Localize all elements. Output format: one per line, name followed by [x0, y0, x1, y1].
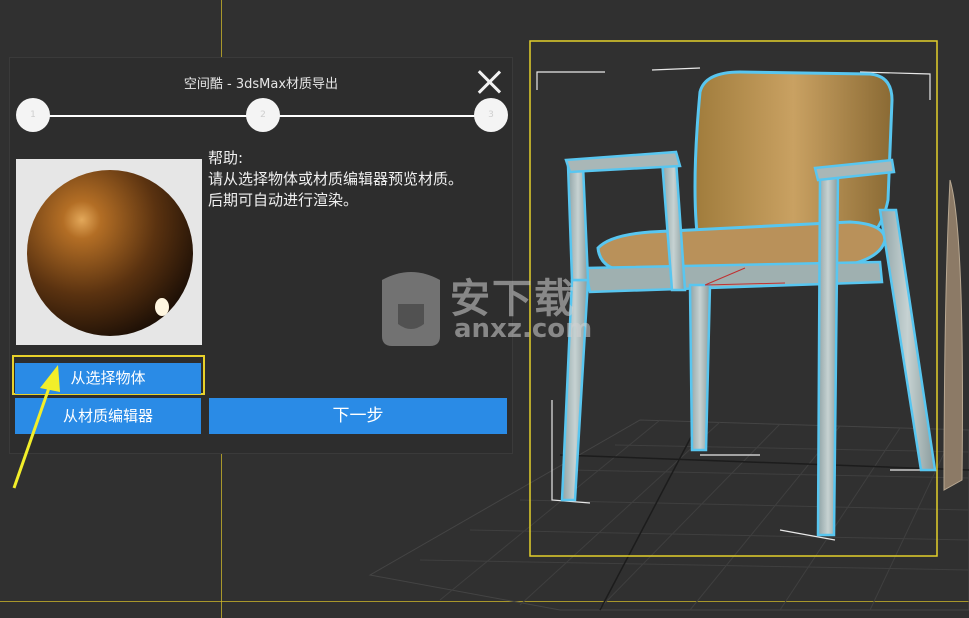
- dialog-title: 空间酷 - 3dsMax材质导出: [183, 77, 339, 92]
- step-1: 1: [16, 98, 50, 132]
- chair-model: [560, 70, 937, 537]
- step-3: 3: [474, 98, 508, 132]
- help-line-1: 请从选择物体或材质编辑器预览材质。: [208, 170, 464, 188]
- material-sphere: [27, 170, 193, 336]
- step-progress: 1 2 3: [16, 96, 510, 136]
- from-selection-button[interactable]: 从选择物体: [15, 363, 201, 394]
- material-export-dialog: 空间酷 - 3dsMax材质导出 1 2 3 帮助: 请从选择物体或材质编辑器预…: [10, 58, 512, 453]
- material-preview: [16, 159, 202, 345]
- step-2: 2: [246, 98, 280, 132]
- help-heading: 帮助:: [208, 149, 244, 167]
- from-material-editor-button[interactable]: 从材质编辑器: [15, 398, 201, 434]
- help-line-2: 后期可自动进行渲染。: [208, 191, 359, 209]
- next-step-button[interactable]: 下一步: [209, 398, 507, 434]
- close-icon[interactable]: [473, 66, 505, 98]
- help-text: 帮助: 请从选择物体或材质编辑器预览材质。 后期可自动进行渲染。: [208, 148, 508, 211]
